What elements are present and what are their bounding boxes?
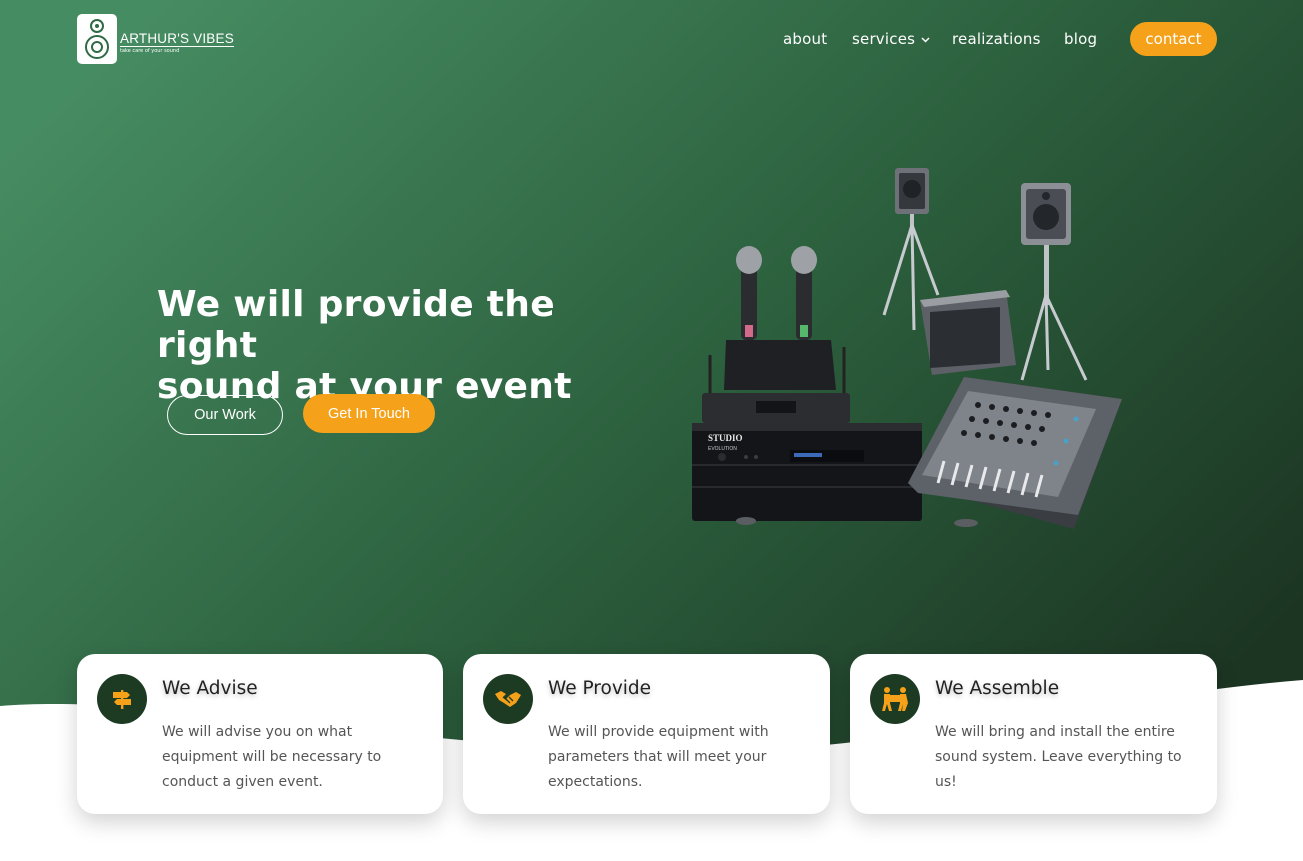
subwoofer	[920, 290, 1016, 375]
feature-title: We Assemble	[935, 678, 1060, 699]
nav-services[interactable]: services	[852, 30, 930, 48]
feature-description: We will bring and install the entire sou…	[935, 724, 1182, 790]
get-in-touch-button[interactable]: Get In Touch	[303, 394, 435, 433]
feature-description: We will provide equipment with parameter…	[548, 724, 769, 790]
chevron-down-icon	[921, 37, 930, 43]
hero-title-line-1: We will provide the right	[157, 284, 555, 366]
nav-services-label: services	[852, 30, 916, 48]
feature-title: We Provide	[548, 678, 652, 699]
feature-card-provide: We Provide We will provide equipment wit…	[463, 654, 830, 814]
wireless-microphones	[724, 246, 836, 390]
sound-equipment-image: STUDIO EVOLUTION	[692, 168, 1122, 529]
movers-icon	[870, 674, 920, 724]
main-nav: about services realizations blog contact	[0, 22, 1303, 56]
hero-title: We will provide the right sound at your …	[157, 284, 657, 407]
amp-brand-sub: EVOLUTION	[708, 446, 737, 452]
nav-realizations[interactable]: realizations	[952, 30, 1041, 48]
handshake-icon	[483, 674, 533, 724]
our-work-button[interactable]: Our Work	[167, 395, 283, 435]
amp-brand: STUDIO	[708, 433, 743, 443]
nav-about[interactable]: about	[783, 30, 827, 48]
signpost-icon	[97, 674, 147, 724]
feature-description: We will advise you on what equipment wil…	[162, 724, 382, 790]
feature-card-advise: We Advise We will advise you on what equ…	[77, 654, 443, 814]
nav-blog[interactable]: blog	[1064, 30, 1097, 48]
svg-text:EVOLUTION: EVOLUTION	[708, 446, 737, 452]
feature-card-assemble: We Assemble We will bring and install th…	[850, 654, 1217, 814]
audio-mixer	[908, 377, 1122, 529]
feature-title: We Advise	[162, 678, 258, 699]
speaker-stand-right	[1020, 183, 1088, 381]
contact-button[interactable]: contact	[1130, 22, 1217, 56]
